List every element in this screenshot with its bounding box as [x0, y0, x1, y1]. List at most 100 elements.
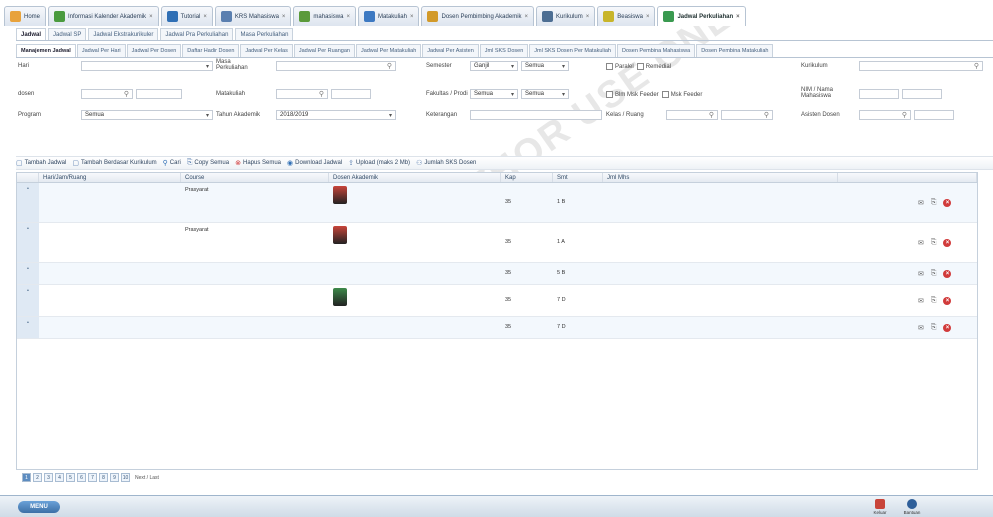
schedule-view-tab[interactable]: Jadwal Per Asisten — [422, 44, 479, 57]
email-icon[interactable]: ✉ — [918, 270, 924, 278]
table-row[interactable]: • 35 7 D ✉ ⎘ × — [17, 317, 977, 339]
page-button[interactable]: 6 — [77, 473, 86, 482]
main-tab[interactable]: Dosen Pembimbing Akademik × — [421, 6, 535, 26]
sub-tab[interactable]: Jadwal Pra Perkuliahan — [160, 28, 234, 40]
page-button[interactable]: 7 — [88, 473, 97, 482]
copy-icon[interactable]: ⎘ — [931, 324, 937, 332]
column-header[interactable]: Jml Mhs — [603, 173, 838, 182]
table-row[interactable]: • 35 5 B ✉ ⎘ × — [17, 263, 977, 285]
close-icon[interactable]: × — [282, 14, 286, 20]
main-tab[interactable]: Kurikulum × — [536, 6, 596, 26]
dosen-search-input[interactable]: ⚲ — [81, 89, 133, 99]
paralel-checkbox[interactable] — [606, 63, 613, 70]
matakuliah-search-input[interactable]: ⚲ — [276, 89, 328, 99]
blm-feeder-checkbox[interactable] — [606, 91, 613, 98]
copy-icon[interactable]: ⎘ — [931, 270, 937, 278]
toolbar-button[interactable]: ⊗ Hapus Semua — [235, 159, 281, 167]
delete-icon[interactable]: × — [943, 199, 952, 207]
kelas-search-input[interactable]: ⚲ — [666, 110, 718, 120]
column-header[interactable] — [838, 173, 977, 182]
close-icon[interactable]: × — [149, 14, 153, 20]
tahun-select[interactable]: 2018/2019 ▾ — [276, 110, 396, 120]
toolbar-button[interactable]: ⇪ Upload (maks 2 Mb) — [348, 159, 410, 167]
sub-tab[interactable]: Jadwal Ekstrakurikuler — [88, 28, 159, 40]
hari-select[interactable]: ▾ — [81, 61, 213, 71]
schedule-view-tab[interactable]: Manajemen Jadwal — [16, 44, 76, 57]
schedule-view-tab[interactable]: Dosen Pembina Matakuliah — [696, 44, 774, 57]
dosen-name-input[interactable] — [136, 89, 182, 99]
main-tab[interactable]: Beasiswa × — [597, 6, 656, 26]
nama-mahasiswa-input[interactable] — [902, 89, 942, 99]
program-select[interactable]: Semua ▾ — [81, 110, 213, 120]
msk-feeder-checkbox[interactable] — [661, 91, 669, 98]
close-icon[interactable]: × — [346, 14, 350, 20]
column-header[interactable]: Smt — [553, 173, 603, 182]
email-icon[interactable]: ✉ — [918, 199, 924, 207]
page-button[interactable]: 4 — [55, 473, 64, 482]
column-header[interactable]: Course — [181, 173, 329, 182]
asisten-name-input[interactable] — [914, 110, 954, 120]
sub-tab[interactable]: Jadwal SP — [48, 28, 87, 40]
keterangan-input[interactable] — [470, 110, 602, 120]
schedule-view-tab[interactable]: Jadwal Per Dosen — [126, 44, 182, 57]
ruang-search-input[interactable]: ⚲ — [721, 110, 773, 120]
semester-select[interactable]: Ganjil ▾ — [470, 61, 518, 71]
close-icon[interactable]: × — [646, 14, 650, 20]
sub-tab[interactable]: Jadwal — [16, 28, 47, 40]
table-row[interactable]: • 35 7 D ✉ ⎘ × — [17, 285, 977, 317]
schedule-view-tab[interactable]: Jadwal Per Kelas — [240, 44, 293, 57]
schedule-view-tab[interactable]: Jadwal Per Matakuliah — [355, 44, 422, 57]
close-icon[interactable]: × — [525, 14, 529, 20]
close-icon[interactable]: × — [410, 14, 414, 20]
semester-type-select[interactable]: Semua ▾ — [521, 61, 569, 71]
toolbar-button[interactable]: ⎘ Copy Semua — [187, 159, 229, 167]
page-button[interactable]: 9 — [110, 473, 119, 482]
email-icon[interactable]: ✉ — [918, 297, 924, 305]
asisten-search-input[interactable]: ⚲ — [859, 110, 911, 120]
copy-icon[interactable]: ⎘ — [931, 199, 937, 207]
page-button[interactable]: 3 — [44, 473, 53, 482]
main-tab[interactable]: Tutorial × — [160, 6, 213, 26]
page-button[interactable]: 8 — [99, 473, 108, 482]
row-selector[interactable]: • — [17, 183, 39, 222]
schedule-view-tab[interactable]: Jadwal Per Hari — [76, 44, 126, 57]
email-icon[interactable]: ✉ — [918, 239, 924, 247]
schedule-view-tab[interactable]: Dosen Pembina Mahasiswa — [617, 44, 696, 57]
column-header[interactable]: Kap — [501, 173, 553, 182]
delete-icon[interactable]: × — [943, 239, 952, 247]
copy-icon[interactable]: ⎘ — [931, 239, 937, 247]
table-row[interactable]: • Prasyarat 35 1 A ✉ ⎘ × — [17, 223, 977, 263]
nim-input[interactable] — [859, 89, 899, 99]
toolbar-button[interactable]: ▢ Tambah Jadwal — [16, 159, 66, 167]
main-tab[interactable]: mahasiswa × — [293, 6, 356, 26]
schedule-view-tab[interactable]: Jml SKS Dosen — [479, 44, 529, 57]
toolbar-button[interactable]: ◉ Download Jadwal — [287, 159, 342, 167]
schedule-view-tab[interactable]: Jadwal Per Ruangan — [293, 44, 355, 57]
masa-search-input[interactable]: ⚲ — [276, 61, 396, 71]
toolbar-button[interactable]: ⚇ Jumlah SKS Dosen — [416, 159, 476, 167]
fakultas-select[interactable]: Semua ▾ — [470, 89, 518, 99]
toolbar-button[interactable]: ▢ Tambah Berdasar Kurikulum — [72, 159, 156, 167]
row-selector[interactable]: • — [17, 285, 39, 316]
remedial-checkbox[interactable] — [636, 63, 644, 70]
schedule-view-tab[interactable]: Jml SKS Dosen Per Matakuliah — [529, 44, 616, 57]
matakuliah-name-input[interactable] — [331, 89, 371, 99]
row-selector[interactable]: • — [17, 317, 39, 338]
schedule-view-tab[interactable]: Daftar Hadir Dosen — [182, 44, 240, 57]
main-tab[interactable]: Jadwal Perkuliahan × — [657, 6, 746, 26]
delete-icon[interactable]: × — [943, 324, 952, 332]
prodi-select[interactable]: Semua ▾ — [521, 89, 569, 99]
main-tab[interactable]: Informasi Kalender Akademik × — [48, 6, 159, 26]
row-selector[interactable]: • — [17, 223, 39, 262]
close-icon[interactable]: × — [586, 14, 590, 20]
main-tab[interactable]: KRS Mahasiswa × — [214, 6, 292, 26]
page-button[interactable]: 10 — [121, 473, 130, 482]
column-header[interactable]: Hari/Jam/Ruang — [39, 173, 181, 182]
next-page-link[interactable]: Next / Last — [135, 475, 159, 481]
copy-icon[interactable]: ⎘ — [931, 297, 937, 305]
page-button[interactable]: 2 — [33, 473, 42, 482]
page-button[interactable]: 1 — [22, 473, 31, 482]
email-icon[interactable]: ✉ — [918, 324, 924, 332]
kurikulum-search-input[interactable]: ⚲ — [859, 61, 983, 71]
table-row[interactable]: • Prasyarat 35 1 B ✉ ⎘ × — [17, 183, 977, 223]
